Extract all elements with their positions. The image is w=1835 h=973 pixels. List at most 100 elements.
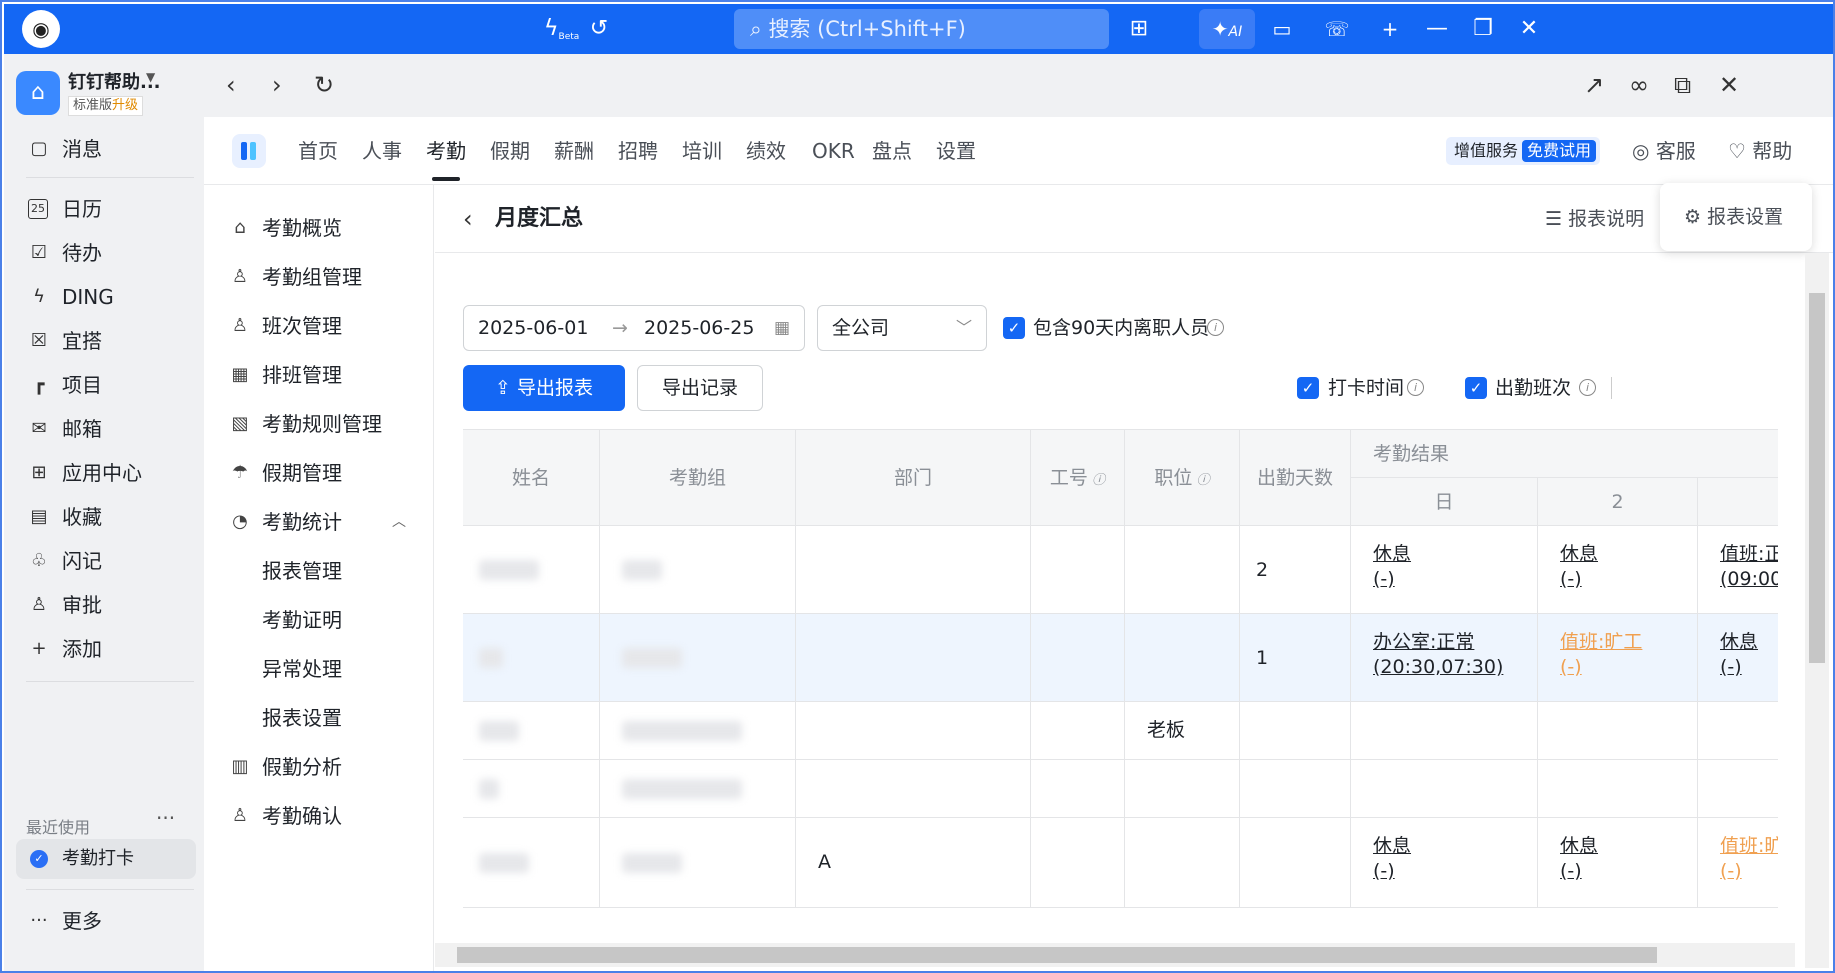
status-link[interactable]: 值班:正 (09:00 <box>1720 542 1778 592</box>
forward-icon[interactable]: › <box>272 54 282 117</box>
status-link[interactable]: 休息 (-) <box>1373 542 1411 592</box>
table-row[interactable] <box>463 760 1778 818</box>
back-icon[interactable]: ‹ <box>226 54 236 117</box>
cell-day-2[interactable]: 休息 (-) <box>1538 526 1698 613</box>
value-added-service-button[interactable]: 增值服务 免费试用 <box>1446 137 1601 165</box>
new-button[interactable]: + <box>1362 9 1418 49</box>
apps-grid-icon[interactable]: ⊞ <box>1124 4 1154 54</box>
cell-day-3[interactable]: 值班:正 (09:00 <box>1698 526 1778 613</box>
status-link[interactable]: 值班:旷工 (-) <box>1560 630 1642 680</box>
menu-report-settings[interactable]: 报表设置 <box>204 695 434 741</box>
tab-performance[interactable]: 绩效 <box>746 117 786 185</box>
cell-day-2[interactable]: 休息 (-) <box>1538 818 1698 907</box>
call-button[interactable]: ☏ <box>1309 9 1365 49</box>
tab-okr[interactable]: OKR <box>812 117 855 185</box>
info-icon[interactable]: ⓘ <box>1088 473 1105 488</box>
status-link[interactable]: 休息 (-) <box>1560 834 1598 884</box>
menu-shift-mgmt[interactable]: ♙ 班次管理 <box>204 303 434 349</box>
recent-more-icon[interactable]: ··· <box>156 806 175 830</box>
menu-attendance-confirm[interactable]: ♙ 考勤确认 <box>204 793 434 839</box>
punch-time-checkbox[interactable]: ✓ <box>1297 377 1319 399</box>
close-window-icon[interactable]: ✕ <box>1514 4 1544 54</box>
menu-group-mgmt[interactable]: ♙ 考勤组管理 <box>204 254 434 300</box>
date-range-picker[interactable]: 2025-06-01 → 2025-06-25 ▦ <box>463 305 805 351</box>
tab-hr[interactable]: 人事 <box>362 117 402 185</box>
tab-inventory[interactable]: 盘点 <box>872 117 912 185</box>
attendance-shift-checkbox[interactable]: ✓ <box>1465 377 1487 399</box>
recent-item-attendance[interactable]: ✓ 考勤打卡 <box>16 839 196 879</box>
status-link[interactable]: 休息 (-) <box>1373 834 1411 884</box>
report-settings-button[interactable]: ⚙ 报表设置 <box>1660 183 1812 251</box>
menu-rules-mgmt[interactable]: ▧ 考勤规则管理 <box>204 401 434 447</box>
sidebar-item-add[interactable]: + 添加 <box>4 627 204 671</box>
menu-stats[interactable]: ◔ 考勤统计 ︿ <box>204 499 434 545</box>
menu-report-mgmt[interactable]: 报表管理 <box>204 548 434 594</box>
sidebar-item-flash-note[interactable]: ♧ 闪记 <box>4 539 204 583</box>
date-start[interactable]: 2025-06-01 <box>478 306 588 350</box>
info-icon[interactable]: ⓘ <box>1192 473 1210 488</box>
status-link[interactable]: 值班:旷 (-) <box>1720 834 1778 884</box>
cell-day-sun[interactable]: 休息 (-) <box>1351 526 1538 613</box>
org-dropdown-icon[interactable]: ▼ <box>146 70 155 84</box>
customer-service-link[interactable]: ◎ 客服 <box>1632 117 1696 185</box>
status-link[interactable]: 休息 (-) <box>1720 630 1758 680</box>
menu-leave-mgmt[interactable]: ☂ 假期管理 <box>204 450 434 496</box>
table-row[interactable]: 2 休息 (-) 休息 (-) 值班:正 (09:00 <box>463 526 1778 614</box>
sidebar-item-mail[interactable]: ✉ 邮箱 <box>4 407 204 451</box>
menu-exceptions[interactable]: 异常处理 <box>204 646 434 692</box>
vertical-scrollbar[interactable] <box>1805 253 1829 968</box>
ai-button[interactable]: ✦AI <box>1199 9 1255 49</box>
table-row[interactable]: 老板 <box>463 702 1778 760</box>
restore-icon[interactable]: ❐ <box>1468 4 1498 54</box>
sidebar-item-apps[interactable]: ⊞ 应用中心 <box>4 451 204 495</box>
cell-day-3[interactable]: 休息 (-) <box>1698 614 1778 701</box>
cell-day-3[interactable]: 值班:旷 (-) <box>1698 818 1778 907</box>
sidebar-item-todo[interactable]: ☑ 待办 <box>4 231 204 275</box>
cell-day-sun[interactable]: 休息 (-) <box>1351 818 1538 907</box>
cell-day-2[interactable]: 值班:旷工 (-) <box>1538 614 1698 701</box>
scope-select[interactable]: 全公司 ﹀ <box>817 305 987 351</box>
close-icon[interactable]: ✕ <box>1719 54 1739 117</box>
org-upgrade-link[interactable]: 升级 <box>112 98 138 113</box>
scrollbar-thumb[interactable] <box>457 947 1657 963</box>
export-report-button[interactable]: ⇪ 导出报表 <box>463 365 625 411</box>
dingtalk-avatar-icon[interactable]: ◉ <box>22 10 60 48</box>
sidebar-item-yida[interactable]: ☒ 宜搭 <box>4 319 204 363</box>
tab-settings[interactable]: 设置 <box>936 117 976 185</box>
org-switcher[interactable]: ⌂ 钉钉帮助... 标准版升级 ▼ <box>16 68 196 120</box>
link-icon[interactable]: ∞ <box>1629 54 1649 117</box>
status-link[interactable]: 办公室:正常 (20:30,07:30) <box>1373 630 1503 680</box>
info-icon[interactable]: i <box>1207 319 1224 336</box>
back-icon[interactable]: ‹ <box>463 185 473 253</box>
table-row[interactable]: A 休息 (-) 休息 (-) 值班:旷 (-) <box>463 818 1778 908</box>
scrollbar-thumb[interactable] <box>1809 293 1825 663</box>
minimize-icon[interactable]: — <box>1422 4 1452 54</box>
info-icon[interactable]: i <box>1579 379 1596 396</box>
history-icon[interactable]: ↺ <box>584 4 614 54</box>
menu-leave-analysis[interactable]: ▥ 假勤分析 <box>204 744 434 790</box>
sidebar-item-messages[interactable]: ▢ 消息 <box>4 127 204 171</box>
tab-leave[interactable]: 假期 <box>490 117 530 185</box>
menu-schedule-mgmt[interactable]: ▦ 排班管理 <box>204 352 434 398</box>
horizontal-scrollbar[interactable] <box>435 943 1795 967</box>
sidebar-item-more[interactable]: ··· 更多 <box>4 899 204 943</box>
cell-day-sun[interactable]: 办公室:正常 (20:30,07:30) <box>1351 614 1538 701</box>
share-icon[interactable]: ↗ <box>1584 54 1604 117</box>
open-window-icon[interactable]: ⧉ <box>1674 54 1691 117</box>
sidebar-item-favorites[interactable]: ▤ 收藏 <box>4 495 204 539</box>
tab-attendance[interactable]: 考勤 <box>426 117 466 185</box>
tab-training[interactable]: 培训 <box>682 117 722 185</box>
help-link[interactable]: ♡ 帮助 <box>1728 117 1792 185</box>
search-input[interactable]: ⌕ 搜索 (Ctrl+Shift+F) <box>734 9 1109 49</box>
refresh-icon[interactable]: ↻ <box>314 54 334 117</box>
sidebar-item-ding[interactable]: ϟ DING <box>4 275 204 319</box>
date-end[interactable]: 2025-06-25 <box>644 306 754 350</box>
report-explain-link[interactable]: ☰ 报表说明 <box>1545 185 1644 253</box>
export-records-button[interactable]: 导出记录 <box>637 365 763 411</box>
sidebar-item-project[interactable]: ┏ 项目 <box>4 363 204 407</box>
menu-attendance-proof[interactable]: 考勤证明 <box>204 597 434 643</box>
status-link[interactable]: 休息 (-) <box>1560 542 1598 592</box>
include-resigned-checkbox[interactable]: ✓ <box>1003 317 1025 339</box>
table-row[interactable]: 1 办公室:正常 (20:30,07:30) 值班:旷工 (-) 休息 (-) <box>463 614 1778 702</box>
tab-home[interactable]: 首页 <box>298 117 338 185</box>
